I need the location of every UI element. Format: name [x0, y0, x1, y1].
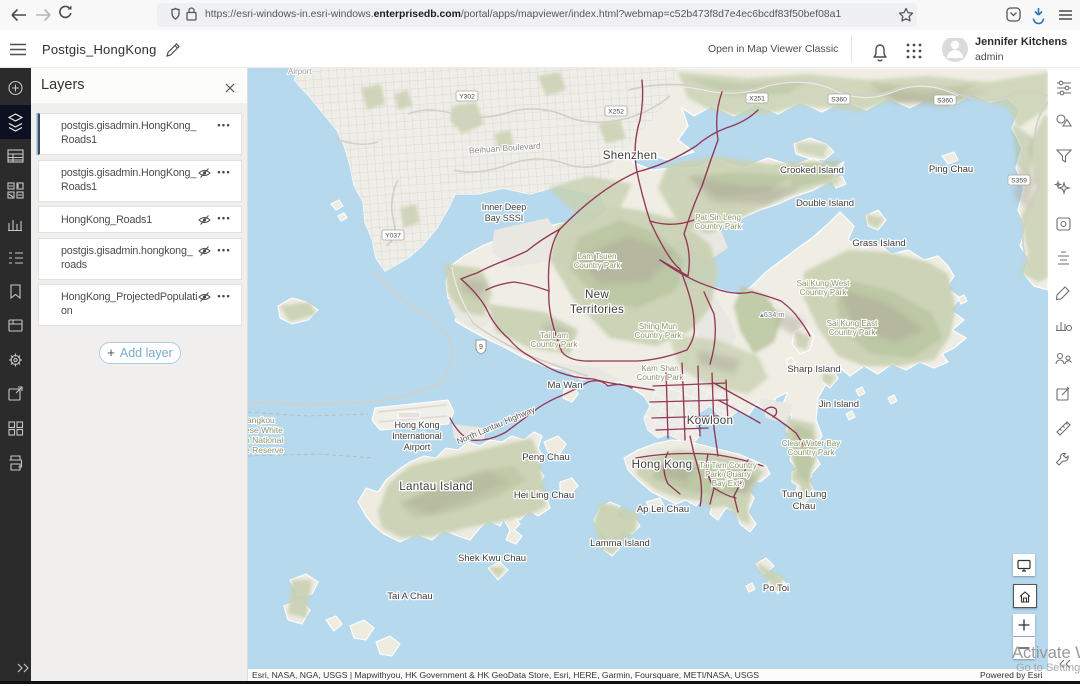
svg-text:Shing Mun: Shing Mun: [639, 322, 677, 331]
svg-text:Country Park: Country Park: [695, 222, 743, 231]
svg-text:Pat Sin Leng: Pat Sin Leng: [695, 213, 741, 222]
svg-text:X251: X251: [749, 96, 765, 103]
svg-text:Y302: Y302: [459, 94, 475, 101]
svg-text:Shenzhen: Shenzhen: [603, 149, 658, 162]
svg-text:Country Park: Country Park: [574, 261, 622, 270]
svg-text:Hong Kong: Hong Kong: [632, 458, 693, 471]
svg-text:Airport: Airport: [288, 68, 312, 76]
svg-text:Y037: Y037: [385, 233, 401, 240]
svg-text:9: 9: [479, 344, 483, 351]
svg-text:Bay Ext.): Bay Ext.): [712, 479, 745, 488]
svg-text:Country Park: Country Park: [829, 328, 877, 337]
svg-text:Shek Kwu Chau: Shek Kwu Chau: [458, 553, 526, 564]
svg-text:Country Park: Country Park: [635, 331, 683, 340]
svg-text:Grass Island: Grass Island: [852, 238, 905, 249]
svg-text:Kowloon: Kowloon: [687, 414, 734, 427]
svg-text:Kam Shan: Kam Shan: [641, 364, 678, 373]
svg-text:Bay SSSI: Bay SSSI: [485, 213, 524, 223]
svg-text:Ma Wan: Ma Wan: [547, 380, 582, 391]
svg-text:Lamma Island: Lamma Island: [590, 538, 650, 549]
svg-text:iangkou: iangkou: [248, 415, 275, 425]
svg-text:International: International: [392, 431, 442, 441]
svg-text:X252: X252: [608, 109, 624, 116]
svg-text:Double Island: Double Island: [796, 198, 854, 209]
svg-text:Tai A Chau: Tai A Chau: [387, 591, 432, 602]
svg-text:Park (Quarry: Park (Quarry: [705, 470, 751, 479]
svg-text:Peng Chau: Peng Chau: [522, 452, 570, 463]
svg-text:Lam Tsuen: Lam Tsuen: [578, 252, 617, 261]
svg-text:Sharp Island: Sharp Island: [787, 364, 840, 375]
svg-text:▴634 m: ▴634 m: [760, 310, 785, 319]
svg-text:Country Park: Country Park: [788, 448, 836, 457]
svg-text:S360: S360: [937, 98, 953, 105]
svg-text:Tung Lung: Tung Lung: [781, 489, 826, 500]
svg-text:e Reserve: e Reserve: [248, 445, 284, 455]
svg-text:Chau: Chau: [793, 501, 816, 512]
svg-text:Ap Lei Chau: Ap Lei Chau: [637, 504, 689, 515]
svg-text:n National: n National: [248, 435, 283, 445]
svg-text:Airport: Airport: [404, 442, 431, 452]
svg-text:Sai Kung West: Sai Kung West: [797, 279, 851, 288]
svg-text:Hei Ling Chau: Hei Ling Chau: [514, 490, 574, 501]
svg-text:New: New: [585, 288, 609, 301]
svg-text:Sai Kung East: Sai Kung East: [827, 319, 878, 328]
svg-text:ese White: ese White: [248, 425, 283, 435]
svg-text:Country Park: Country Park: [637, 373, 685, 382]
svg-text:Tai Tam Country: Tai Tam Country: [699, 461, 757, 470]
svg-text:S360: S360: [831, 97, 847, 104]
svg-text:Tai Lam: Tai Lam: [540, 331, 568, 340]
svg-text:Lantau Island: Lantau Island: [399, 480, 473, 493]
svg-text:S359: S359: [1011, 178, 1027, 185]
svg-text:Country Park: Country Park: [531, 340, 579, 349]
svg-text:Country Park: Country Park: [800, 288, 848, 297]
svg-text:Ping Chau: Ping Chau: [929, 164, 973, 175]
svg-text:Crooked Island: Crooked Island: [780, 165, 844, 176]
svg-text:Clear Water Bay: Clear Water Bay: [782, 439, 840, 448]
svg-text:Territories: Territories: [570, 303, 624, 316]
svg-text:Po Toi: Po Toi: [763, 583, 789, 594]
svg-text:Inner Deep: Inner Deep: [482, 202, 527, 212]
svg-text:Jin Island: Jin Island: [819, 399, 859, 410]
svg-text:Hong Kong: Hong Kong: [394, 420, 439, 430]
